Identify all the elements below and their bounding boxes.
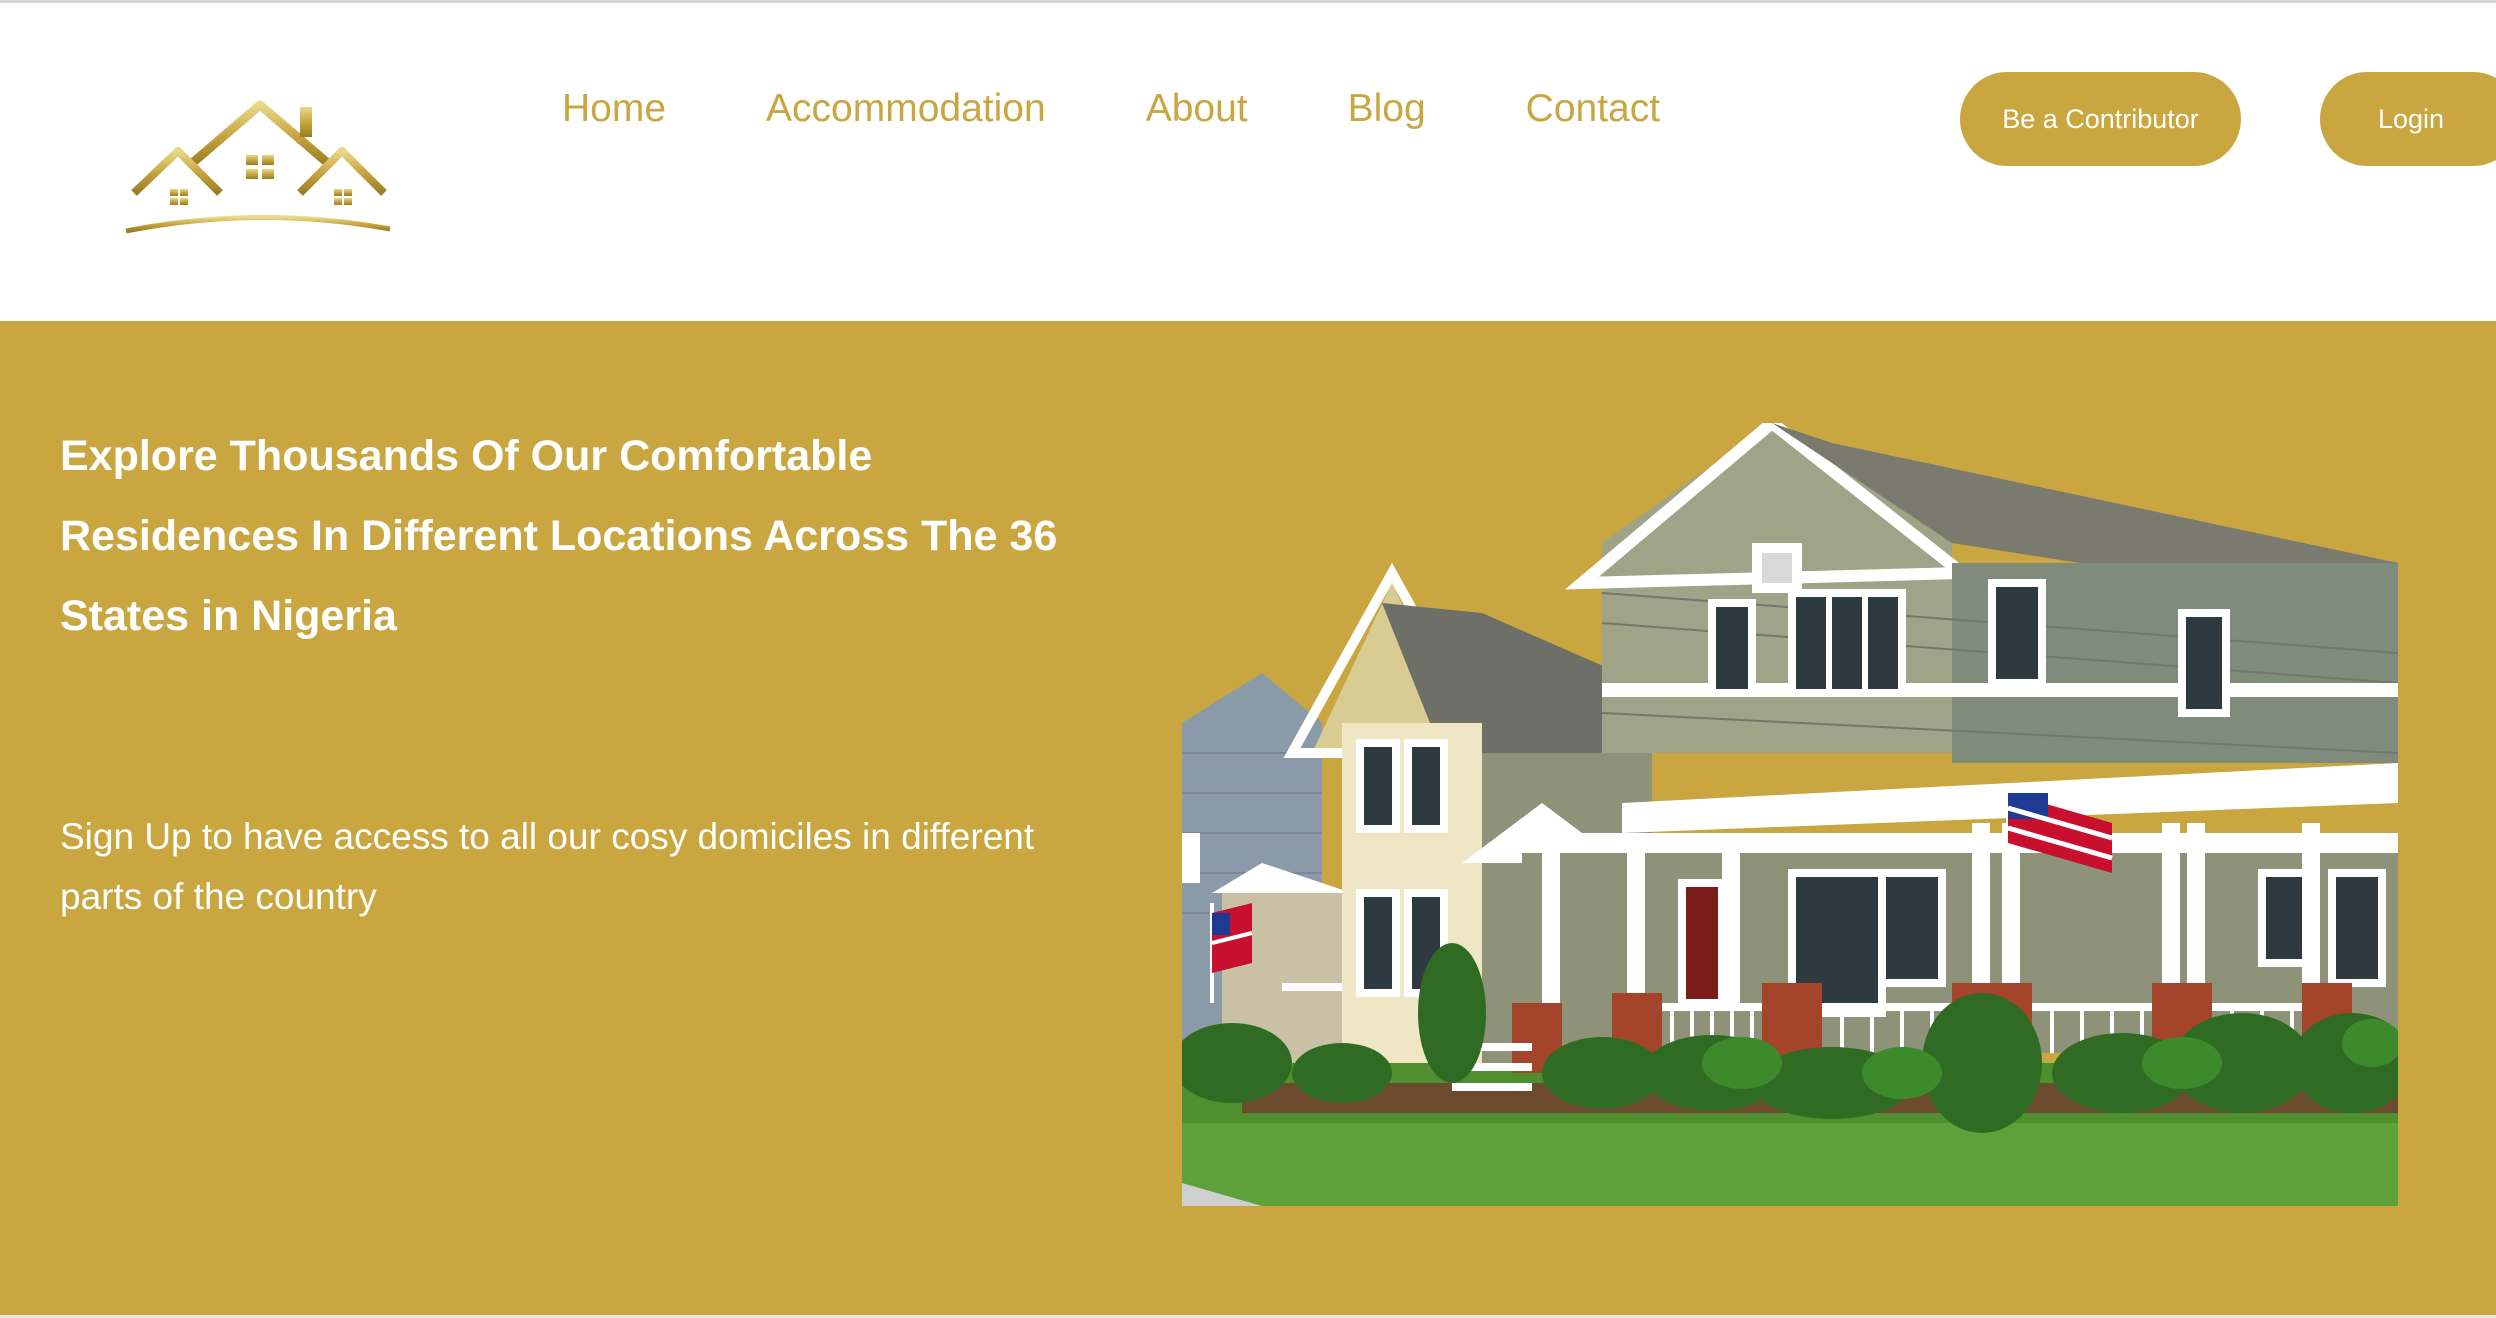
hero-section: Explore Thousands Of Our Comfortable Res… (0, 321, 2496, 1315)
houses-logo-icon[interactable] (120, 93, 395, 238)
nav-blog[interactable]: Blog (1348, 81, 1426, 137)
be-a-contributor-button[interactable]: Be a Contributor (1960, 72, 2241, 166)
nav-accommodation[interactable]: Accommodation (766, 81, 1046, 137)
nav-contact[interactable]: Contact (1526, 81, 1660, 137)
nav-home[interactable]: Home (562, 81, 666, 137)
house-photo (1182, 423, 2398, 1206)
page: Home Accommodation About Blog Contact Be… (0, 0, 2496, 1318)
hero-subtitle: Sign Up to have access to all our cosy d… (60, 816, 1035, 917)
login-button[interactable]: Login (2320, 72, 2496, 166)
site-header: Home Accommodation About Blog Contact Be… (0, 3, 2496, 321)
main-nav: Home Accommodation About Blog Contact (562, 81, 1660, 137)
hero-title: Explore Thousands Of Our Comfortable Res… (60, 432, 1058, 640)
nav-about[interactable]: About (1146, 81, 1248, 137)
